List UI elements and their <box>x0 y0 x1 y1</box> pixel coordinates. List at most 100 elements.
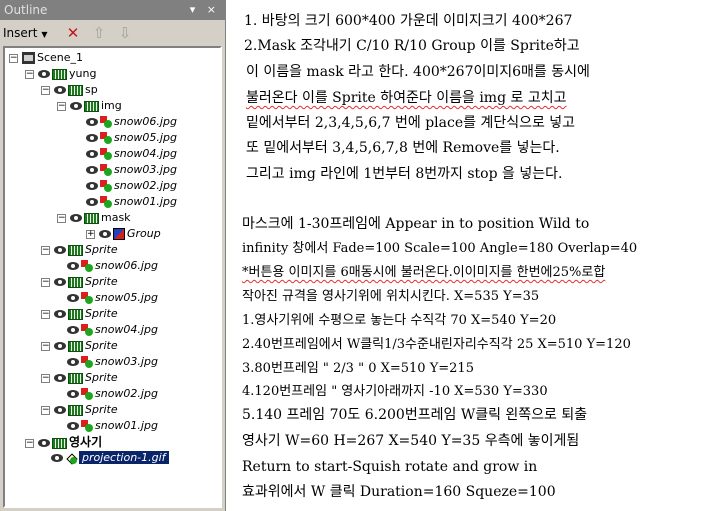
visibility-eye-icon[interactable] <box>86 198 98 206</box>
layer-icon <box>84 100 99 112</box>
collapse-icon[interactable]: − <box>41 341 50 351</box>
tree-item-file[interactable]: snow01.jpg <box>67 418 158 434</box>
image-file-icon <box>100 148 112 160</box>
tree-item-sprite[interactable]: − Sprite <box>41 338 118 354</box>
sprite-icon <box>68 244 83 256</box>
note-line: 작아진 규격을 영사기위에 위치시킨다. X=535 Y=35 <box>242 289 540 304</box>
visibility-eye-icon[interactable] <box>86 166 98 174</box>
note-line: 4.120번프레임 " 영사기아래까지 -10 X=530 Y=330 <box>242 384 548 399</box>
tree-item-layer[interactable]: − img <box>57 98 122 114</box>
note-line: 마스크에 1-30프레임에 Appear in to position Wild… <box>242 216 590 232</box>
tree-item-group[interactable]: + Group <box>86 226 161 242</box>
tree-item-sprite[interactable]: − Sprite <box>41 370 118 386</box>
tree-item-sprite[interactable]: − Sprite <box>41 306 118 322</box>
outline-panel: Outline ▾ × Insert ▼ ✕ ⇧ ⇩ − Scene_1 − yung… <box>0 0 226 511</box>
tree-item-file[interactable]: snow05.jpg <box>67 290 158 306</box>
visibility-eye-icon[interactable] <box>70 102 82 110</box>
visibility-eye-icon[interactable] <box>38 70 50 78</box>
image-file-icon <box>100 116 112 128</box>
visibility-eye-icon[interactable] <box>86 182 98 190</box>
visibility-eye-icon[interactable] <box>54 342 66 350</box>
insert-menu[interactable]: Insert ▼ <box>3 24 48 42</box>
layer-icon <box>52 68 67 80</box>
expand-icon[interactable]: + <box>86 229 95 239</box>
visibility-eye-icon[interactable] <box>70 214 82 222</box>
insert-label: Insert <box>3 26 38 40</box>
tree-item-layer[interactable]: − mask <box>57 210 131 226</box>
move-down-icon[interactable]: ⇩ <box>116 24 134 42</box>
move-up-icon[interactable]: ⇧ <box>90 24 108 42</box>
tree-item-file-selected[interactable]: projection-1.gif <box>51 450 169 466</box>
sprite-icon <box>68 404 83 416</box>
note-line: 또 밑에서부터 3,4,5,6,7,8 번에 Remove를 넣는다. <box>246 140 560 156</box>
visibility-eye-icon[interactable] <box>54 278 66 286</box>
image-file-icon <box>81 260 93 272</box>
collapse-icon[interactable]: − <box>9 53 18 63</box>
collapse-icon[interactable]: − <box>25 438 34 448</box>
note-line: 5.140 프레임 70도 6.200번프레임 W클릭 왼쪽으로 퇴출 <box>242 407 588 423</box>
tree-item-sprite[interactable]: − Sprite <box>41 274 118 290</box>
tree-item-layer[interactable]: − 영사기 <box>25 434 102 450</box>
collapse-icon[interactable]: − <box>25 69 34 79</box>
tree-item-file[interactable]: snow03.jpg <box>86 162 177 178</box>
visibility-eye-icon[interactable] <box>86 150 98 158</box>
tree-item-file[interactable]: snow02.jpg <box>67 386 158 402</box>
tree-item-file[interactable]: snow02.jpg <box>86 178 177 194</box>
tree-item-scene[interactable]: − Scene_1 <box>9 50 83 66</box>
delete-icon[interactable]: ✕ <box>64 24 82 42</box>
tree-item-file[interactable]: snow06.jpg <box>67 258 158 274</box>
collapse-icon[interactable]: − <box>57 213 66 223</box>
visibility-eye-icon[interactable] <box>51 454 63 462</box>
visibility-eye-icon[interactable] <box>54 406 66 414</box>
tree-item-layer[interactable]: − sp <box>41 82 98 98</box>
image-file-icon <box>81 420 93 432</box>
visibility-eye-icon[interactable] <box>54 310 66 318</box>
visibility-eye-icon[interactable] <box>54 86 66 94</box>
note-line: Return to start-Squish rotate and grow i… <box>242 459 538 475</box>
image-file-icon <box>81 356 93 368</box>
visibility-eye-icon[interactable] <box>67 326 79 334</box>
collapse-icon[interactable]: − <box>41 85 50 95</box>
tree-item-file[interactable]: snow06.jpg <box>86 114 177 130</box>
note-line: 그리고 img 라인에 1번부터 8번까지 stop 을 넣는다. <box>246 166 563 182</box>
visibility-eye-icon[interactable] <box>38 439 50 447</box>
collapse-icon[interactable]: − <box>41 245 50 255</box>
collapse-icon[interactable]: − <box>41 309 50 319</box>
note-line: 효과위에서 W 클릭 Duration=160 Squeze=100 <box>242 484 556 500</box>
visibility-eye-icon[interactable] <box>86 134 98 142</box>
layer-icon <box>68 84 83 96</box>
note-line: 1. 바탕의 크기 600*400 가운데 이미지크기 400*267 <box>244 13 573 29</box>
visibility-eye-icon[interactable] <box>67 358 79 366</box>
tree-item-file[interactable]: snow04.jpg <box>86 146 177 162</box>
collapse-icon[interactable]: − <box>57 101 66 111</box>
window-buttons[interactable]: ▾ × <box>190 0 220 20</box>
image-file-icon <box>81 324 93 336</box>
note-line: *버튼용 이미지를 6매동시에 불러온다.이이미지를 한번에25%로합 <box>242 265 606 280</box>
collapse-icon[interactable]: − <box>41 277 50 287</box>
tree-item-sprite[interactable]: − Sprite <box>41 402 118 418</box>
tree-item-file[interactable]: snow01.jpg <box>86 194 177 210</box>
visibility-eye-icon[interactable] <box>67 422 79 430</box>
tree-item-sprite[interactable]: − Sprite <box>41 242 118 258</box>
sprite-icon <box>68 276 83 288</box>
tree-item-file[interactable]: snow05.jpg <box>86 130 177 146</box>
tree-item-layer[interactable]: − yung <box>25 66 96 82</box>
collapse-icon[interactable]: − <box>41 405 50 415</box>
visibility-eye-icon[interactable] <box>67 294 79 302</box>
layer-icon <box>52 437 67 449</box>
image-file-icon <box>100 132 112 144</box>
note-line: 불러온다 이를 Sprite 하여준다 이름을 img 로 고치고 <box>246 90 567 106</box>
outline-tree: − Scene_1 − yung − sp − img snow06.jpg snow0… <box>3 46 222 508</box>
visibility-eye-icon[interactable] <box>67 390 79 398</box>
visibility-eye-icon[interactable] <box>99 230 111 238</box>
tree-item-file[interactable]: snow03.jpg <box>67 354 158 370</box>
image-file-icon <box>81 292 93 304</box>
tree-item-file[interactable]: snow04.jpg <box>67 322 158 338</box>
visibility-eye-icon[interactable] <box>54 246 66 254</box>
visibility-eye-icon[interactable] <box>54 374 66 382</box>
visibility-eye-icon[interactable] <box>86 118 98 126</box>
collapse-icon[interactable]: − <box>41 373 50 383</box>
visibility-eye-icon[interactable] <box>67 262 79 270</box>
image-file-icon <box>100 180 112 192</box>
outline-title-bar[interactable]: Outline ▾ × <box>0 0 226 20</box>
